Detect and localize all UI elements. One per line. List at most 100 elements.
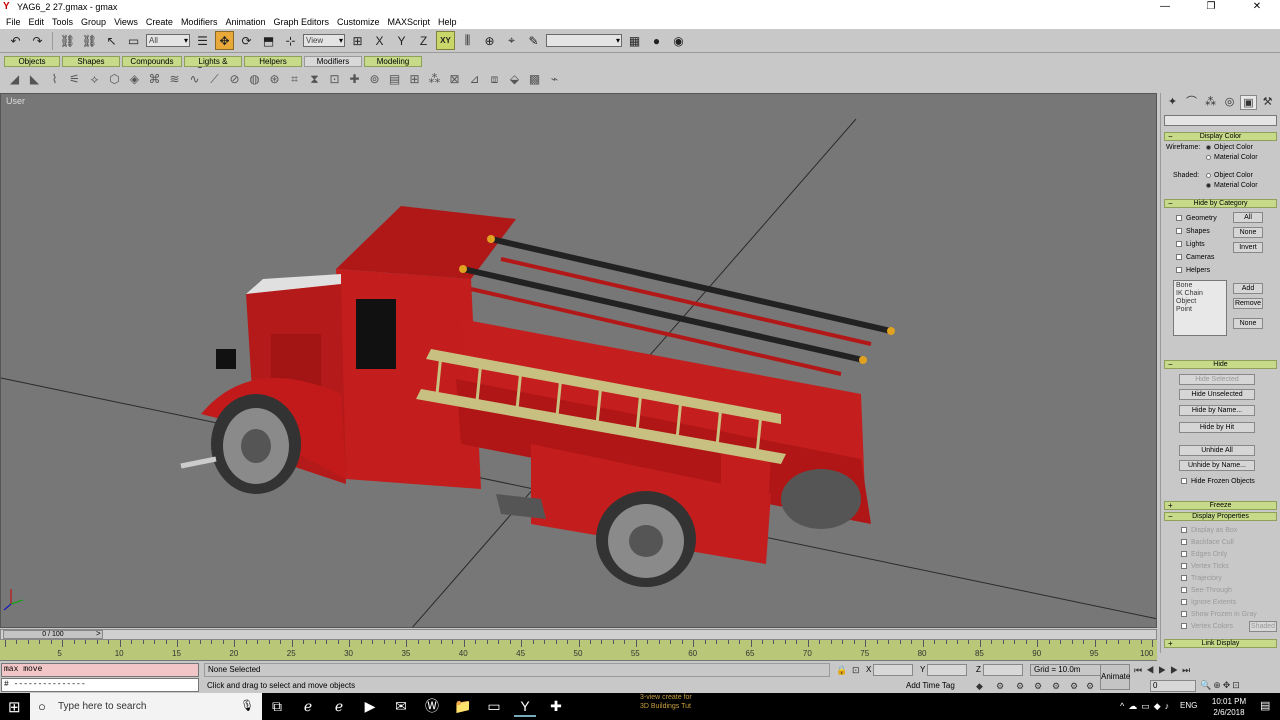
maxscript-listener-output[interactable]: max move xyxy=(1,663,199,677)
quick-render-icon[interactable]: ◉ xyxy=(669,31,688,50)
displace-icon[interactable]: ⊡ xyxy=(326,71,343,88)
set-key-icon[interactable]: ⚙ xyxy=(996,681,1004,692)
lock-selection-icon[interactable]: 🔒 xyxy=(836,665,847,676)
category-none-button[interactable]: None xyxy=(1233,227,1263,238)
restore-button[interactable]: ❐ xyxy=(1188,0,1234,14)
category-cameras[interactable]: Cameras xyxy=(1176,253,1214,263)
playback-controls[interactable]: ⏮◀▶▶⏭ xyxy=(1134,665,1194,676)
twist-icon[interactable]: ⌇ xyxy=(46,71,63,88)
modify-tab-icon[interactable]: ⌒ xyxy=(1183,95,1200,110)
taper-icon[interactable]: ◣ xyxy=(26,71,43,88)
named-selection-icon[interactable]: ✎ xyxy=(524,31,543,50)
push-icon[interactable]: ◈ xyxy=(126,71,143,88)
list-none-button[interactable]: None xyxy=(1233,318,1263,329)
menu-graph-editors[interactable]: Graph Editors xyxy=(269,17,333,27)
list-item[interactable]: IK Chain Object xyxy=(1176,290,1224,306)
window-icon[interactable]: ▭ xyxy=(483,696,505,717)
rollout-display-color[interactable]: − Display Color xyxy=(1164,132,1277,141)
ignore-extents-checkbox[interactable]: Ignore Extents xyxy=(1181,598,1236,608)
tab-modifiers[interactable]: Modifiers xyxy=(304,55,362,67)
tab-lights-cameras[interactable]: Lights & Cameras xyxy=(184,55,242,75)
stretch-icon[interactable]: ⟡ xyxy=(86,71,103,88)
key-next-icon[interactable]: ⚙ xyxy=(1052,681,1060,692)
shaded-material-color-radio[interactable]: Material Color xyxy=(1206,181,1258,191)
time-slider-next-icon[interactable]: > xyxy=(96,630,101,638)
menu-group[interactable]: Group xyxy=(77,17,110,27)
viewport-navigation-icons[interactable]: 🔍⊕✥⊡ xyxy=(1200,680,1242,691)
restrict-xy-button[interactable]: XY xyxy=(436,31,455,50)
checker-icon[interactable]: ▩ xyxy=(526,71,543,88)
display-as-box-checkbox[interactable]: Display as Box xyxy=(1181,526,1237,536)
file-explorer-icon[interactable]: 📁 xyxy=(452,696,474,717)
track-bar[interactable]: 5 10 15 20 25 30 35 40 45 50 55 60 65 70 75 80 85 90 95 100 xyxy=(0,640,1157,661)
wireframe-object-color-radio[interactable]: Object Color xyxy=(1206,143,1253,153)
z-coordinate-field[interactable] xyxy=(983,664,1023,676)
edit-mesh-icon[interactable]: ▤ xyxy=(386,71,403,88)
vertex-colors-shaded-button[interactable]: Shaded xyxy=(1249,621,1277,632)
use-pivot-icon[interactable]: ⊞ xyxy=(348,31,367,50)
snap-icon[interactable]: ⌖ xyxy=(502,31,521,50)
tab-modeling[interactable]: Modeling xyxy=(364,55,422,67)
restrict-z-icon[interactable]: Z xyxy=(414,31,433,50)
hide-unselected-button[interactable]: Hide Unselected xyxy=(1179,389,1255,400)
minimize-button[interactable]: — xyxy=(1142,0,1188,14)
spherify-icon[interactable]: ◍ xyxy=(246,71,263,88)
mirror-mod-icon[interactable]: ⧗ xyxy=(306,71,323,88)
menu-modifiers[interactable]: Modifiers xyxy=(177,17,222,27)
hide-selected-button[interactable]: Hide Selected xyxy=(1179,374,1255,385)
trajectory-checkbox[interactable]: Trajectory xyxy=(1181,574,1222,584)
absolute-mode-icon[interactable]: ⊡ xyxy=(852,665,860,676)
restrict-y-icon[interactable]: Y xyxy=(392,31,411,50)
gmax-taskbar-icon[interactable]: Y xyxy=(514,696,536,717)
rollout-link-display[interactable]: + Link Display xyxy=(1164,639,1277,648)
rollout-hide[interactable]: − Hide xyxy=(1164,360,1277,369)
menu-file[interactable]: File xyxy=(2,17,25,27)
animate-button[interactable]: Animate xyxy=(1100,664,1130,690)
current-frame-field[interactable]: 0 xyxy=(1150,680,1196,692)
y-coordinate-field[interactable] xyxy=(927,664,967,676)
show-frozen-gray-checkbox[interactable]: Show Frozen in Gray xyxy=(1181,610,1257,620)
select-object-icon[interactable]: ↖ xyxy=(102,31,121,50)
cap-holes-icon[interactable]: ⊠ xyxy=(446,71,463,88)
task-view-icon[interactable]: ⧉ xyxy=(266,696,288,717)
unhide-all-button[interactable]: Unhide All xyxy=(1179,445,1255,456)
select-and-scale-icon[interactable]: ⬒ xyxy=(259,31,278,50)
key-tangent-icon[interactable]: ⚙ xyxy=(1034,681,1042,692)
menu-animation[interactable]: Animation xyxy=(221,17,269,27)
region-select-icon[interactable]: ▭ xyxy=(124,31,143,50)
material-editor-icon[interactable]: ▦ xyxy=(625,31,644,50)
menu-edit[interactable]: Edit xyxy=(25,17,49,27)
list-add-button[interactable]: Add xyxy=(1233,283,1263,294)
language-indicator[interactable]: ENG xyxy=(1180,701,1197,710)
vertex-ticks-checkbox[interactable]: Vertex Ticks xyxy=(1181,562,1229,572)
microphone-icon[interactable]: 🎙 xyxy=(240,693,254,720)
named-selection-dropdown[interactable] xyxy=(546,34,622,47)
unwrap-icon[interactable]: ⧈ xyxy=(486,71,503,88)
select-and-move-icon[interactable]: ✥ xyxy=(215,31,234,50)
wave-icon[interactable]: ∿ xyxy=(186,71,203,88)
skew-icon[interactable]: ⟋ xyxy=(206,71,223,88)
vertex-colors-checkbox[interactable]: Vertex Colors xyxy=(1181,622,1233,632)
taskbar-search-box[interactable]: ○ Type here to search 🎙 xyxy=(30,693,262,720)
lattice-icon[interactable]: ⌗ xyxy=(286,71,303,88)
key-delete-icon[interactable]: ⚙ xyxy=(1086,681,1094,692)
rollout-freeze[interactable]: + Freeze xyxy=(1164,501,1277,510)
category-listbox[interactable]: Bone IK Chain Object Point xyxy=(1173,280,1227,336)
rollout-hide-by-category[interactable]: − Hide by Category xyxy=(1164,199,1277,208)
backface-cull-checkbox[interactable]: Backface Cull xyxy=(1181,538,1234,548)
hide-by-hit-button[interactable]: Hide by Hit xyxy=(1179,422,1255,433)
squeeze-icon[interactable]: ⬡ xyxy=(106,71,123,88)
taskbar-clock[interactable]: 10:01 PM 2/6/2018 xyxy=(1206,696,1252,718)
menu-customize[interactable]: Customize xyxy=(333,17,384,27)
xform-icon[interactable]: ✚ xyxy=(346,71,363,88)
utilities-tab-icon[interactable]: ⚒ xyxy=(1259,95,1276,110)
hide-by-name-button[interactable]: Hide by Name... xyxy=(1179,405,1255,416)
key-prev-icon[interactable]: ⚙ xyxy=(1070,681,1078,692)
mirror-icon[interactable]: ⫼ xyxy=(458,31,477,50)
system-tray-icons[interactable]: ^☁▭◆♪ xyxy=(1120,701,1173,712)
hide-frozen-objects-checkbox[interactable]: Hide Frozen Objects xyxy=(1181,477,1255,487)
menu-tools[interactable]: Tools xyxy=(48,17,77,27)
browser-icon[interactable]: Ⓦ xyxy=(421,696,443,717)
close-button[interactable]: ✕ xyxy=(1234,0,1280,14)
reference-coordinate-dropdown[interactable]: View xyxy=(303,34,345,47)
